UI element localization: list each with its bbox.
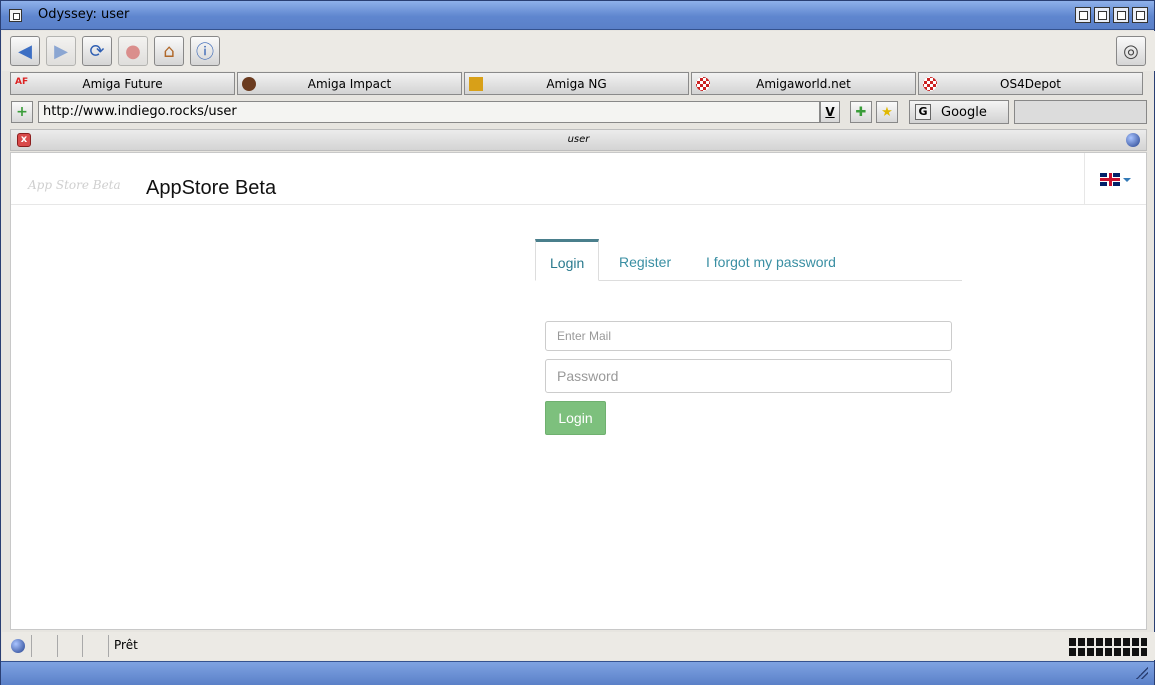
stop-icon: ● bbox=[125, 40, 141, 62]
star-icon: ★ bbox=[881, 104, 893, 120]
zoom-icon[interactable] bbox=[1094, 7, 1110, 23]
bookmarks-bar: AF Amiga Future Amiga Impact Amiga NG Am… bbox=[2, 71, 1155, 97]
tab-forgot-password[interactable]: I forgot my password bbox=[706, 239, 836, 281]
bookmark-amiga-impact[interactable]: Amiga Impact bbox=[237, 72, 462, 95]
status-divider bbox=[31, 635, 32, 657]
bookmark-label: Amiga Impact bbox=[307, 76, 392, 91]
status-divider bbox=[108, 635, 109, 657]
password-field[interactable]: Password bbox=[545, 359, 952, 393]
amiga-ng-logo-icon bbox=[469, 77, 483, 91]
email-field[interactable]: Enter Mail bbox=[545, 321, 952, 351]
tab-bar: user x bbox=[10, 129, 1147, 151]
forward-button[interactable]: ▶ bbox=[46, 36, 76, 66]
language-selector[interactable] bbox=[1084, 153, 1146, 205]
tab-register[interactable]: Register bbox=[619, 239, 671, 281]
home-icon: ⌂ bbox=[163, 40, 175, 62]
status-divider bbox=[82, 635, 83, 657]
google-icon: G bbox=[915, 104, 931, 120]
reload-icon: ⟳ bbox=[89, 40, 105, 62]
search-engine-label: Google bbox=[941, 104, 987, 120]
amiga-impact-logo-icon bbox=[242, 77, 256, 91]
window-close-icon[interactable] bbox=[9, 9, 22, 22]
tab-status-icon bbox=[1126, 133, 1140, 147]
add-bookmark-button[interactable]: + bbox=[11, 101, 33, 123]
site-navbar: App Store Beta AppStore Beta bbox=[11, 153, 1146, 205]
window-title: Odyssey: user bbox=[38, 7, 130, 22]
window-gadgets bbox=[1075, 7, 1148, 23]
reload-button[interactable]: ⟳ bbox=[82, 36, 112, 66]
bookmark-label: OS4Depot bbox=[1000, 76, 1061, 91]
amiga-future-logo-icon: AF bbox=[15, 77, 29, 87]
depth-icon[interactable] bbox=[1132, 7, 1148, 23]
add-favorite-button[interactable]: ✚ bbox=[850, 101, 872, 123]
status-bar: Prêt bbox=[2, 632, 1155, 660]
bookmark-amigaworld[interactable]: Amigaworld.net bbox=[691, 72, 916, 95]
bookmark-amiga-ng[interactable]: Amiga NG bbox=[464, 72, 689, 95]
tab-title[interactable]: user bbox=[11, 134, 1146, 145]
iconify-icon[interactable] bbox=[1075, 7, 1091, 23]
navigation-toolbar: ◀ ▶ ⟳ ● ⌂ ⓘ ◎ bbox=[2, 31, 1155, 71]
bookmark-label: Amiga Future bbox=[82, 76, 163, 91]
favorites-button[interactable]: ★ bbox=[876, 101, 898, 123]
search-engine-selector[interactable]: G Google bbox=[909, 100, 1009, 124]
title-bar[interactable]: Odyssey: user bbox=[1, 1, 1154, 30]
site-logo[interactable]: App Store Beta bbox=[28, 178, 121, 192]
arrow-left-icon: ◀ bbox=[18, 40, 32, 62]
star-plus-icon: ✚ bbox=[855, 104, 867, 120]
stop-button[interactable]: ● bbox=[118, 36, 148, 66]
login-button[interactable]: Login bbox=[545, 401, 606, 435]
compass-button[interactable]: ◎ bbox=[1116, 36, 1146, 66]
boing-ball-icon bbox=[696, 77, 710, 91]
search-input[interactable] bbox=[1014, 100, 1147, 124]
caret-down-icon bbox=[1123, 178, 1131, 182]
compass-icon: ◎ bbox=[1123, 40, 1139, 62]
plus-icon: + bbox=[16, 104, 28, 120]
tab-login[interactable]: Login bbox=[535, 239, 600, 281]
address-bar: + http://www.indiego.rocks/user V ✚ ★ G … bbox=[2, 99, 1155, 126]
fullscreen-icon[interactable] bbox=[1113, 7, 1129, 23]
uk-flag-icon bbox=[1100, 173, 1120, 186]
auth-tabs: Login Register I forgot my password bbox=[535, 239, 962, 281]
home-button[interactable]: ⌂ bbox=[154, 36, 184, 66]
window-bottom-border bbox=[1, 661, 1154, 685]
bookmark-label: Amiga NG bbox=[546, 76, 607, 91]
site-brand[interactable]: AppStore Beta bbox=[146, 177, 276, 200]
url-input[interactable]: http://www.indiego.rocks/user bbox=[38, 101, 820, 123]
progress-grid-icon bbox=[1069, 636, 1147, 656]
status-divider bbox=[57, 635, 58, 657]
status-text: Prêt bbox=[114, 638, 138, 652]
info-button[interactable]: ⓘ bbox=[190, 36, 220, 66]
url-history-dropdown[interactable]: V bbox=[820, 101, 840, 123]
network-status-icon bbox=[11, 639, 25, 653]
web-page: App Store Beta AppStore Beta Login Regis… bbox=[10, 152, 1147, 630]
back-button[interactable]: ◀ bbox=[10, 36, 40, 66]
boing-ball-icon bbox=[923, 77, 937, 91]
tab-close-icon[interactable]: x bbox=[17, 133, 31, 147]
browser-window: Odyssey: user ◀ ▶ ⟳ ● ⌂ ⓘ ◎ AF Amiga Fut… bbox=[0, 0, 1155, 685]
bookmark-label: Amigaworld.net bbox=[756, 76, 851, 91]
bookmark-os4depot[interactable]: OS4Depot bbox=[918, 72, 1143, 95]
bookmark-amiga-future[interactable]: AF Amiga Future bbox=[10, 72, 235, 95]
info-icon: ⓘ bbox=[196, 42, 214, 63]
arrow-right-icon: ▶ bbox=[54, 40, 68, 62]
resize-handle-icon[interactable] bbox=[1136, 667, 1148, 679]
